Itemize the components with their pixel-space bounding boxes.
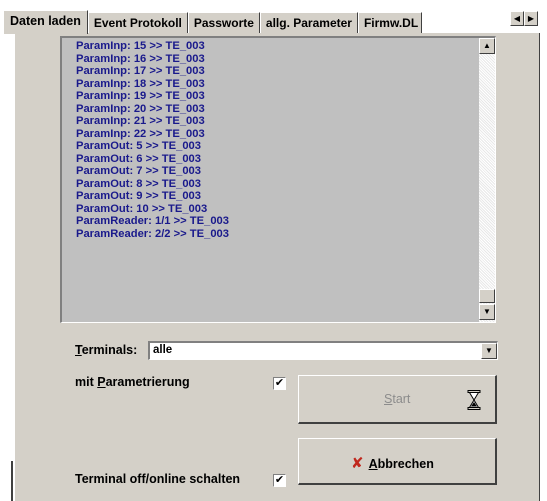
log-line: ParamOut: 10 >> TE_003	[76, 202, 208, 215]
log-listbox[interactable]: ParamInp: 15 >> TE_003 ParamInp: 16 >> T…	[60, 36, 496, 323]
online-checkbox[interactable]: ✔	[273, 474, 286, 487]
tab-scroll-right-button[interactable]: ▶	[524, 11, 538, 26]
log-line: ParamInp: 22 >> TE_003	[76, 127, 205, 140]
abbrechen-button[interactable]: ✘ Abbrechen	[298, 438, 497, 485]
chevron-down-icon: ▼	[485, 346, 493, 355]
log-line: ParamInp: 17 >> TE_003	[76, 65, 205, 77]
arrow-up-icon: ▲	[483, 41, 491, 50]
dialog: Daten laden Event Protokoll Passworte al…	[0, 0, 547, 501]
tab-scroll-left-button[interactable]: ◀	[510, 11, 524, 26]
log-line: ParamOut: 5 >> TE_003	[76, 140, 201, 152]
tab-firmware-dl[interactable]: Firmw.DL	[357, 12, 422, 33]
log-line: ParamOut: 9 >> TE_003	[76, 190, 201, 202]
arrow-right-icon: ▶	[527, 14, 535, 23]
log-line: ParamOut: 6 >> TE_003	[76, 152, 201, 165]
tab-allg-parameter[interactable]: allg. Parameter	[259, 12, 358, 33]
terminals-select-value: alle	[153, 344, 173, 356]
log-line: ParamInp: 15 >> TE_003	[76, 40, 205, 52]
scroll-down-button[interactable]: ▼	[479, 304, 495, 320]
parametrierung-label: mit Parametrierung	[75, 375, 190, 389]
panel-edge	[11, 461, 13, 501]
start-button[interactable]: Start	[298, 375, 497, 424]
panel-left-margin	[0, 33, 14, 501]
arrow-down-icon: ▼	[483, 307, 491, 316]
terminals-select[interactable]: alle ▼	[148, 341, 498, 360]
scroll-up-button[interactable]: ▲	[479, 38, 495, 54]
start-button-label: Start	[384, 392, 411, 406]
checkmark-icon: ✔	[274, 474, 285, 486]
abbrechen-button-label: ✘ Abbrechen	[351, 455, 434, 472]
hourglass-icon	[467, 390, 481, 410]
tab-passworte[interactable]: Passworte	[187, 12, 260, 33]
scroll-thumb[interactable]	[479, 289, 495, 303]
online-label: Terminal off/online schalten	[75, 472, 241, 486]
log-line: ParamOut: 7 >> TE_003	[76, 165, 201, 177]
log-line: ParamReader: 1/1 >> TE_003	[76, 215, 229, 227]
log-line: ParamInp: 19 >> TE_003	[76, 90, 205, 102]
log-scrollbar[interactable]: ▲ ▼	[479, 38, 495, 322]
log-line: ParamOut: 8 >> TE_003	[76, 177, 201, 190]
parametrierung-checkbox[interactable]: ✔	[273, 377, 286, 390]
log-line: ParamReader: 2/2 >> TE_003	[76, 227, 229, 240]
log-line: ParamInp: 18 >> TE_003	[76, 77, 205, 90]
checkmark-icon: ✔	[274, 377, 285, 389]
log-lines: ParamInp: 15 >> TE_003 ParamInp: 16 >> T…	[76, 40, 229, 240]
terminals-label: Terminals:	[75, 343, 138, 357]
terminals-dropdown-button[interactable]: ▼	[481, 343, 497, 359]
log-line: ParamInp: 21 >> TE_003	[76, 115, 205, 127]
log-line: ParamInp: 20 >> TE_003	[76, 102, 205, 115]
log-line: ParamInp: 16 >> TE_003	[76, 52, 205, 65]
arrow-left-icon: ◀	[513, 14, 521, 23]
cancel-x-icon: ✘	[351, 455, 364, 472]
tab-strip: Daten laden Event Protokoll Passworte al…	[3, 10, 422, 34]
tab-event-protokoll[interactable]: Event Protokoll	[87, 12, 188, 33]
tab-daten-laden[interactable]: Daten laden	[3, 10, 88, 34]
